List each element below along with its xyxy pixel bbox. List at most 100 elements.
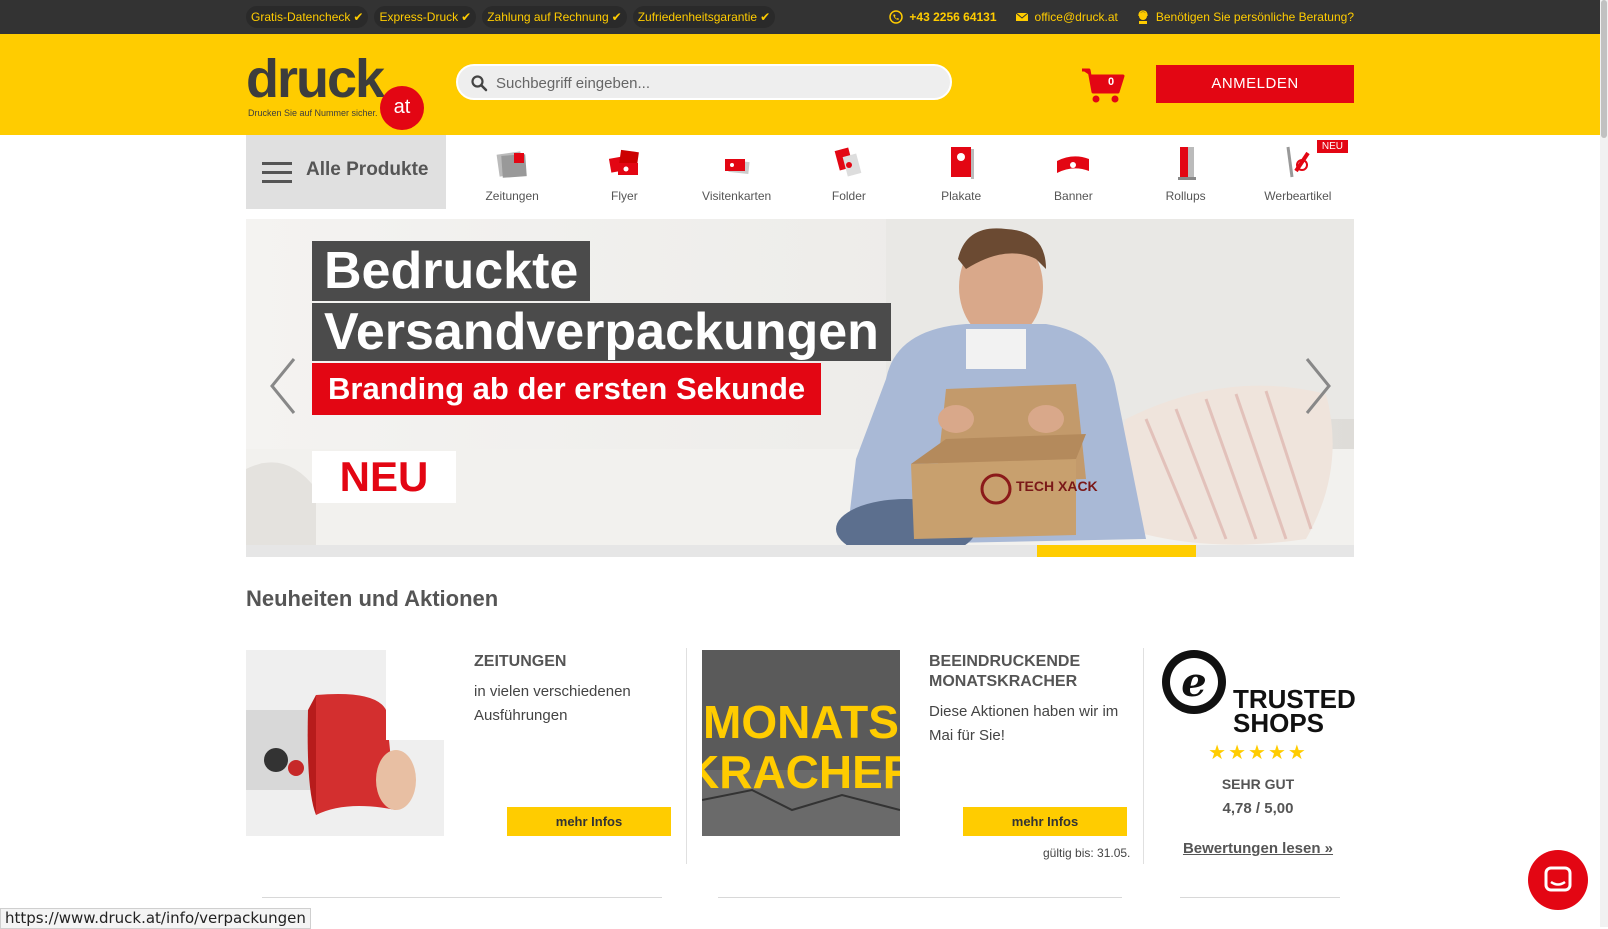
card-title: ZEITUNGEN — [474, 653, 567, 670]
check-icon: ✔ — [461, 10, 472, 24]
usp-label: Express-Druck — [379, 10, 459, 24]
hero-headline-2: Versandverpackungen — [312, 303, 891, 361]
more-info-button[interactable]: mehr Infos — [507, 807, 671, 836]
hero-subline: Branding ab der ersten Sekunde — [312, 363, 822, 415]
category-nav: Alle Produkte Zeitungen Flyer Visitenkar… — [246, 135, 1354, 209]
phone-number: +43 2256 64131 — [909, 10, 997, 24]
hero-slider[interactable]: TECH XACK Bedruckte Versandverpackungen … — [246, 219, 1354, 557]
all-products-button[interactable]: Alle Produkte — [246, 135, 446, 209]
usp-item: Zahlung auf Rechnung ✔ — [482, 6, 627, 28]
flyer-icon — [609, 149, 640, 175]
scrollbar-thumb[interactable] — [1601, 0, 1607, 138]
slider-dot[interactable] — [246, 545, 404, 557]
category-label: Visitenkarten — [702, 189, 772, 203]
category-werbeartikel[interactable]: NEU Werbeartikel — [1242, 135, 1354, 209]
chevron-right-icon[interactable] — [1303, 357, 1333, 415]
trusted-shops-logo[interactable]: e TRUSTED SHOPS — [1160, 648, 1356, 734]
category-visitenkarten[interactable]: Visitenkarten — [681, 135, 793, 209]
hero-headline-1: Bedruckte — [312, 241, 591, 301]
email-address: office@druck.at — [1034, 10, 1118, 24]
usp-item: Zufriedenheitsgarantie ✔ — [632, 6, 776, 28]
monatskracher-text: MONATS — [703, 696, 899, 748]
category-banner[interactable]: Banner — [1017, 135, 1129, 209]
promo-items-icon — [1286, 146, 1310, 178]
usp-label: Zufriedenheitsgarantie — [637, 10, 758, 24]
divider — [1143, 648, 1144, 864]
slider-dot[interactable] — [404, 545, 562, 557]
usp-label: Zahlung auf Rechnung — [487, 10, 609, 24]
page-scrollbar[interactable] — [1600, 0, 1608, 927]
new-badge: NEU — [1316, 140, 1348, 153]
category-label: Flyer — [611, 189, 638, 203]
reviews-link[interactable]: Bewertungen lesen » — [1160, 840, 1356, 857]
newspaper-photo[interactable] — [246, 650, 444, 836]
logo-at-badge: at — [380, 86, 424, 130]
newspaper-icon — [496, 151, 527, 178]
category-label: Folder — [831, 189, 866, 203]
usp-item: Gratis-Datencheck ✔ — [246, 6, 369, 28]
chevron-left-icon[interactable] — [268, 357, 298, 415]
card-text: in vielen verschiedenen Ausführungen — [474, 683, 631, 724]
trusted-shops-widget: e TRUSTED SHOPS ★★★★★ SEHR GUT 4,78 / 5,… — [1160, 648, 1356, 868]
slider-dot[interactable] — [1196, 545, 1354, 557]
valid-until: gültig bis: 31.05. — [1043, 846, 1131, 860]
chat-button[interactable] — [1528, 850, 1588, 910]
slider-dot[interactable] — [1037, 545, 1196, 557]
logo-tagline: Drucken Sie auf Nummer sicher. — [248, 108, 378, 118]
search-icon[interactable] — [470, 74, 488, 92]
more-info-button[interactable]: mehr Infos — [963, 807, 1127, 836]
divider — [1180, 897, 1340, 898]
phone-link[interactable]: +43 2256 64131 — [889, 10, 997, 24]
category-label: Rollups — [1165, 189, 1206, 203]
category-rollups[interactable]: Rollups — [1130, 135, 1242, 209]
box-brand-text: TECH XACK — [1016, 478, 1098, 494]
chat-icon — [1544, 866, 1572, 892]
consultant-icon — [1138, 10, 1148, 24]
divider — [718, 897, 1122, 898]
mail-icon — [1015, 12, 1028, 21]
logo[interactable]: druck Drucken Sie auf Nummer sicher. at — [246, 52, 430, 132]
login-button[interactable]: ANMELDEN — [1156, 65, 1354, 103]
slider-dot[interactable] — [879, 545, 1037, 557]
hero-new-badge: NEU — [312, 451, 456, 503]
top-bar: Gratis-Datencheck ✔ Express-Druck ✔ Zahlun… — [0, 0, 1600, 34]
slider-dot[interactable] — [563, 545, 721, 557]
rating-stars: ★★★★★ — [1208, 742, 1308, 764]
check-icon: ✔ — [353, 10, 364, 24]
category-folder[interactable]: Folder — [793, 135, 905, 209]
category-label: Werbeartikel — [1264, 189, 1332, 203]
rollup-icon — [1177, 147, 1196, 180]
category-label: Plakate — [941, 189, 982, 203]
category-plakate[interactable]: Plakate — [905, 135, 1017, 209]
email-link[interactable]: office@druck.at — [1015, 10, 1118, 24]
advice-label: Benötigen Sie persönliche Beratung? — [1155, 10, 1354, 24]
check-icon: ✔ — [611, 10, 622, 24]
category-zeitungen[interactable]: Zeitungen — [456, 135, 568, 209]
usp-list: Gratis-Datencheck ✔ Express-Druck ✔ Zahlun… — [246, 6, 776, 28]
banner-icon — [1057, 156, 1090, 173]
monatskracher-photo[interactable]: MONATS KRACHER — [702, 650, 900, 836]
advice-link[interactable]: Benötigen Sie persönliche Beratung? — [1136, 10, 1354, 24]
rating-word: SEHR GUT — [1221, 776, 1295, 792]
search-input[interactable] — [494, 66, 938, 100]
contact-bar: +43 2256 64131 office@druck.at Benötigen… — [889, 0, 1354, 34]
section-title: Neuheiten und Aktionen — [246, 586, 499, 611]
header: druck Drucken Sie auf Nummer sicher. at … — [0, 34, 1600, 135]
slider-dot[interactable] — [721, 545, 879, 557]
cart-button[interactable]: 0 — [1080, 66, 1126, 106]
usp-label: Gratis-Datencheck — [251, 10, 351, 24]
rating-value: 4,78 / 5,00 — [1222, 800, 1294, 817]
usp-item: Express-Druck ✔ — [374, 6, 477, 28]
business-card-icon — [724, 159, 750, 175]
check-icon: ✔ — [760, 10, 771, 24]
category-label: Banner — [1054, 189, 1093, 203]
category-label: Zeitungen — [485, 189, 539, 203]
folder-icon — [834, 147, 862, 177]
card-text: Diese Aktionen haben wir im Mai für Sie! — [929, 703, 1119, 744]
status-bar-url: https://www.druck.at/info/verpackungen — [0, 908, 311, 929]
slider-progress — [246, 545, 1354, 557]
category-flyer[interactable]: Flyer — [568, 135, 680, 209]
logo-word: druck — [246, 49, 385, 109]
category-list: Zeitungen Flyer Visitenkarten Folder Pla… — [456, 135, 1354, 209]
phone-icon — [889, 10, 904, 24]
